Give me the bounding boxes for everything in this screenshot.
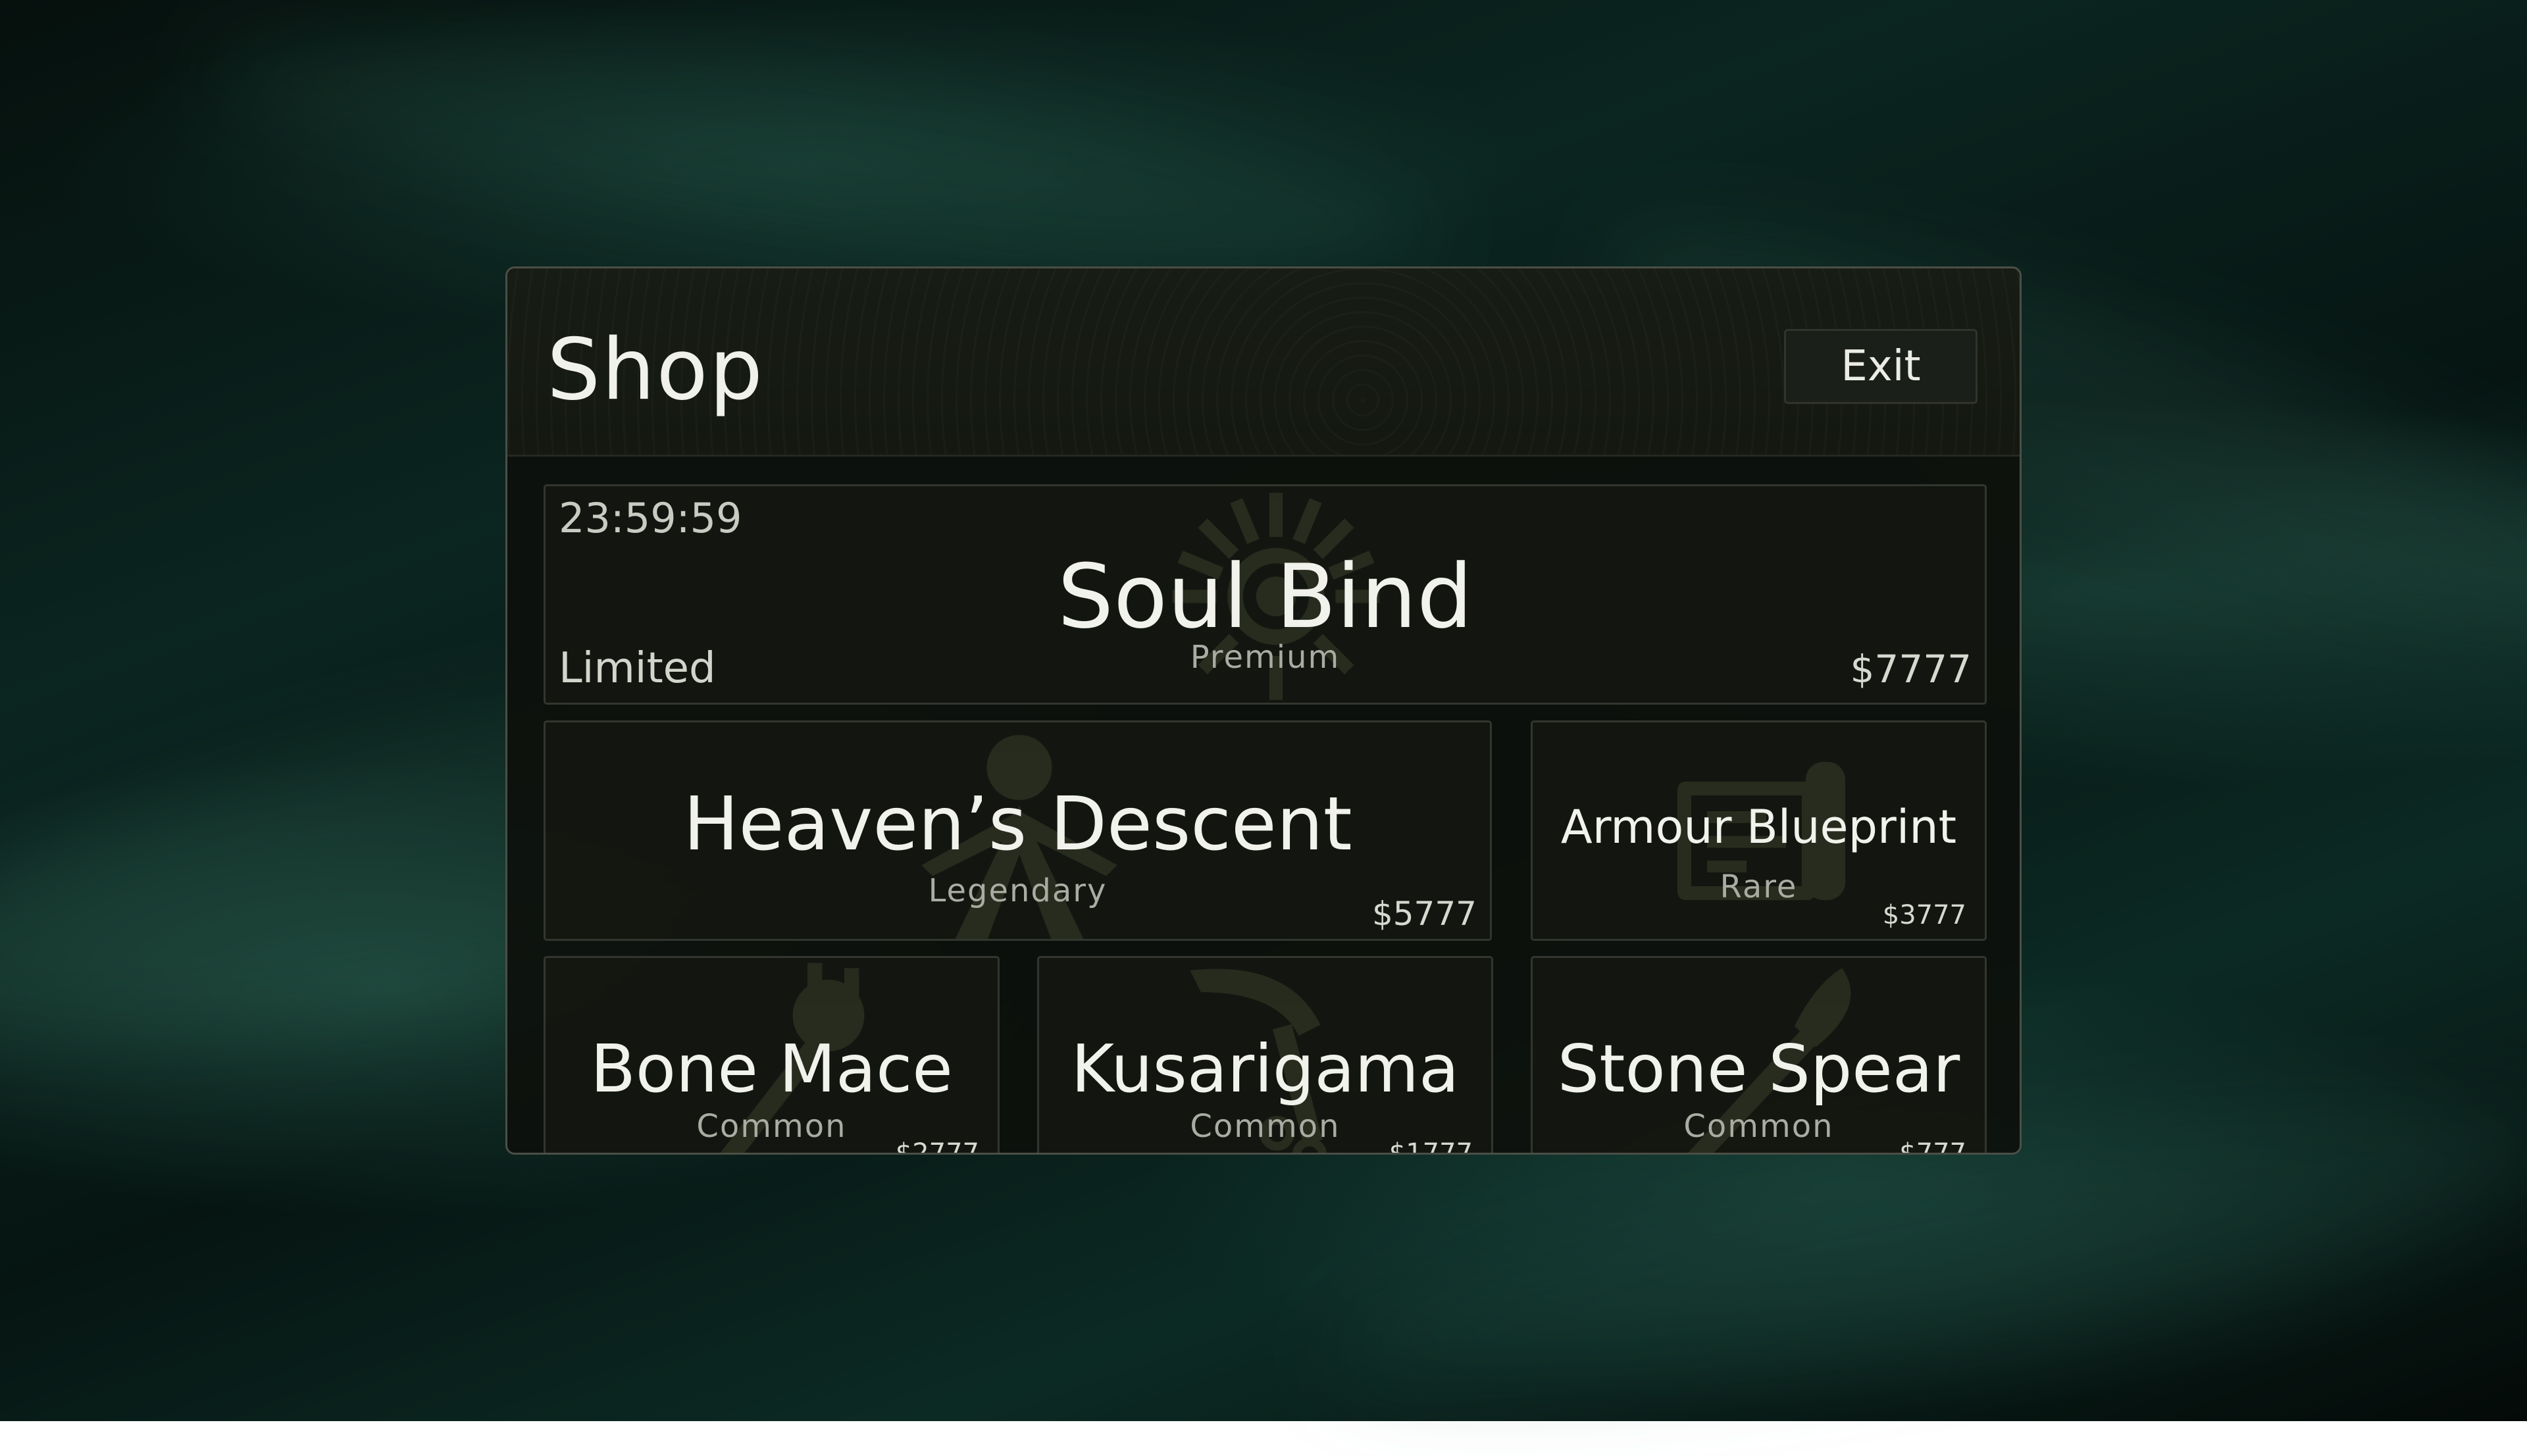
item-card-bone-mace[interactable]: Bone Mace Common $2777 — [544, 956, 1000, 1155]
item-price: $5777 — [1371, 895, 1477, 933]
item-card-armour-blueprint[interactable]: Armour Blueprint Rare $3777 — [1531, 720, 1987, 941]
item-price: $2777 — [895, 1138, 979, 1155]
shop-panel: Shop Exit 23:59:59 Soul Bind Premium Lim… — [505, 266, 2022, 1155]
item-card-stone-spear[interactable]: Stone Spear Common $777 — [1531, 956, 1987, 1155]
item-name: Kusarigama — [1071, 1030, 1460, 1107]
item-card-heavens-descent[interactable]: Heaven’s Descent Legendary $5777 — [544, 720, 1492, 941]
item-price: $777 — [1899, 1138, 1966, 1155]
featured-item-card[interactable]: 23:59:59 Soul Bind Premium Limited $7777 — [544, 484, 1987, 705]
shop-title: Shop — [547, 321, 764, 419]
exit-button[interactable]: Exit — [1784, 329, 1978, 404]
featured-limited-tag: Limited — [559, 644, 716, 693]
shop-header: Shop Exit — [507, 268, 2020, 457]
item-rarity: Legendary — [928, 872, 1108, 909]
item-name: Stone Spear — [1557, 1030, 1960, 1107]
featured-timer: 23:59:59 — [559, 494, 742, 542]
item-price: $3777 — [1882, 900, 1966, 930]
item-card-kusarigama[interactable]: Kusarigama Common $1777 — [1037, 956, 1493, 1155]
item-price: $1777 — [1389, 1138, 1473, 1155]
item-name: Bone Mace — [590, 1030, 953, 1107]
item-name: Armour Blueprint — [1560, 800, 1957, 854]
item-name: Heaven’s Descent — [683, 782, 1352, 867]
featured-item-name: Soul Bind — [1058, 545, 1473, 648]
featured-item-price: $7777 — [1850, 647, 1972, 691]
featured-item-rarity: Premium — [1190, 639, 1340, 676]
